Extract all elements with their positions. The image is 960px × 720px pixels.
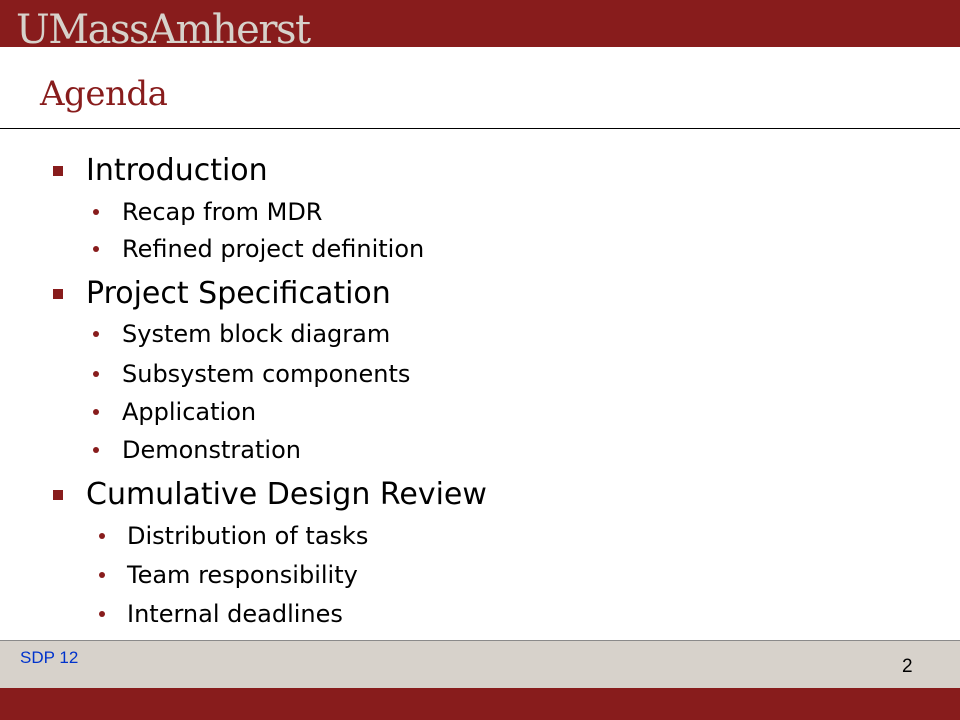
section-heading: Cumulative Design Review xyxy=(86,477,487,512)
header-bar: UMassAmherst xyxy=(0,0,960,47)
footer-bar xyxy=(0,640,960,688)
bullet-dot-icon xyxy=(93,447,99,453)
umass-amherst-logo: UMassAmherst xyxy=(16,7,311,47)
list-item: Refined project definition xyxy=(122,235,425,263)
page-number: 2 xyxy=(902,656,913,677)
bullet-dot-icon xyxy=(93,371,99,377)
title-divider xyxy=(0,128,960,129)
bullet-dot-icon xyxy=(93,331,99,337)
bullet-dot-icon xyxy=(93,209,99,215)
bullet-dot-icon xyxy=(99,572,105,578)
bullet-dot-icon xyxy=(93,409,99,415)
list-item: Internal deadlines xyxy=(127,600,343,628)
list-item: Distribution of tasks xyxy=(127,522,369,550)
list-item: Subsystem components xyxy=(122,360,411,388)
slide-title: Agenda xyxy=(40,74,168,114)
list-item: Recap from MDR xyxy=(122,198,323,226)
section-heading: Introduction xyxy=(86,153,268,188)
bullet-dot-icon xyxy=(99,533,105,539)
list-item: System block diagram xyxy=(122,320,391,348)
section-bullet-icon xyxy=(53,166,63,176)
section-bullet-icon xyxy=(53,289,63,299)
list-item: Application xyxy=(122,398,257,426)
bottom-bar xyxy=(0,688,960,720)
section-bullet-icon xyxy=(53,490,63,500)
bullet-dot-icon xyxy=(93,246,99,252)
footer-label: SDP 12 xyxy=(20,648,79,667)
section-heading: Project Specification xyxy=(86,276,391,311)
list-item: Demonstration xyxy=(122,436,301,464)
bullet-dot-icon xyxy=(99,611,105,617)
list-item: Team responsibility xyxy=(127,561,358,589)
